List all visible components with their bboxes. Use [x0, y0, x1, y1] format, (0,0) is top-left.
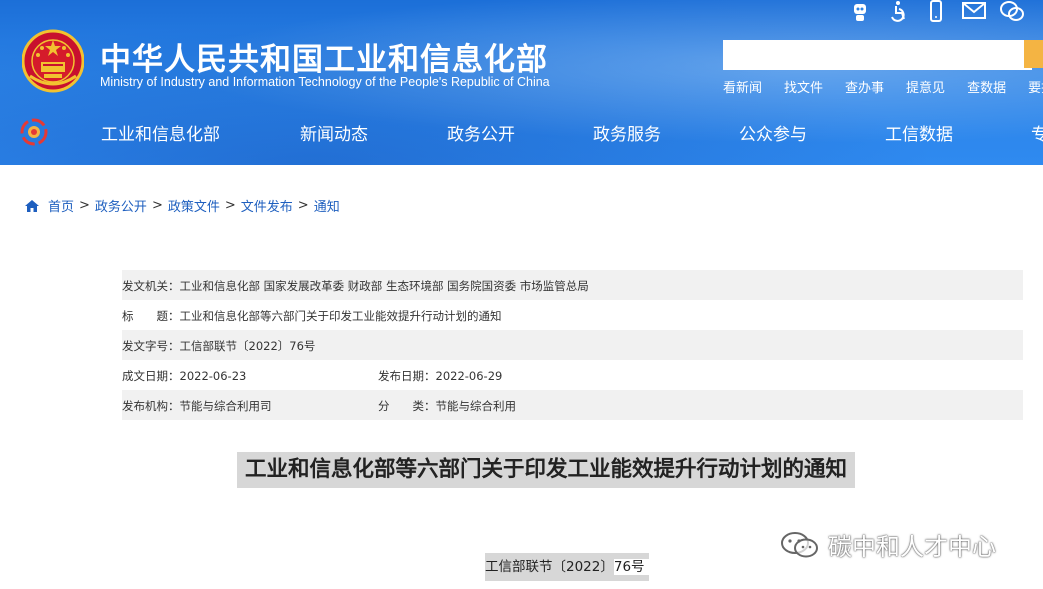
article-title: 工业和信息化部等六部门关于印发工业能效提升行动计划的通知 — [237, 452, 855, 488]
accessibility-icon[interactable] — [886, 0, 910, 26]
quick-link-data[interactable]: 查数据 — [967, 77, 1006, 96]
breadcrumb-notice[interactable]: 通知 — [314, 196, 340, 215]
wechat-icon[interactable] — [1000, 0, 1024, 26]
watermark: 碳中和人才中心 — [780, 527, 996, 562]
national-emblem-icon[interactable] — [22, 28, 84, 94]
meta-label: 发文机关： — [122, 279, 180, 293]
breadcrumb-separator: > — [79, 198, 90, 213]
site-header: 中华人民共和国工业和信息化部 Ministry of Industry and … — [0, 0, 1043, 165]
mail-icon[interactable] — [962, 0, 986, 26]
meta-row-org: 发布机构：节能与综合利用司 分 类：节能与综合利用 — [122, 390, 1023, 420]
breadcrumb-file-release[interactable]: 文件发布 — [241, 196, 293, 215]
main-nav: 工业和信息化部 新闻动态 政务公开 政务服务 公众参与 工信数据 专 — [0, 112, 1043, 152]
meta-label: 发文字号： — [122, 339, 180, 353]
meta-row-docno: 发文字号：工信部联节〔2022〕76号 — [122, 330, 1023, 360]
breadcrumb-separator: > — [152, 198, 163, 213]
meta-value-category: 节能与综合利用 — [436, 399, 517, 413]
quick-link-files[interactable]: 找文件 — [784, 77, 823, 96]
nav-item-news[interactable]: 新闻动态 — [300, 120, 368, 145]
meta-row-issuer: 发文机关：工业和信息化部 国家发展改革委 财政部 生态环境部 国务院国资委 市场… — [122, 270, 1023, 300]
meta-value-issuer: 工业和信息化部 国家发展改革委 财政部 生态环境部 国务院国资委 市场监管总局 — [180, 279, 589, 293]
meta-value-created: 2022-06-23 — [180, 369, 247, 383]
breadcrumb-open-government[interactable]: 政务公开 — [95, 196, 147, 215]
breadcrumb-separator: > — [225, 198, 236, 213]
breadcrumb-separator: > — [298, 198, 309, 213]
nav-item-participation[interactable]: 公众参与 — [739, 120, 807, 145]
meta-row-title: 标 题：工业和信息化部等六部门关于印发工业能效提升行动计划的通知 — [122, 300, 1023, 330]
meta-row-dates: 成文日期：2022-06-23 发布日期：2022-06-29 — [122, 360, 1023, 390]
utility-icons — [848, 0, 1024, 26]
meta-value-org: 节能与综合利用司 — [180, 399, 272, 413]
meta-value-published: 2022-06-29 — [436, 369, 503, 383]
mobile-icon[interactable] — [924, 0, 948, 26]
wechat-icon — [780, 530, 820, 560]
nav-item-data[interactable]: 工信数据 — [885, 120, 953, 145]
quick-link-services[interactable]: 查办事 — [845, 77, 884, 96]
quick-link-news[interactable]: 看新闻 — [723, 77, 762, 96]
meta-value-title: 工业和信息化部等六部门关于印发工业能效提升行动计划的通知 — [180, 309, 502, 323]
meta-label: 发布机构： — [122, 399, 180, 413]
doc-number-part: 工信部联节〔2022〕 — [485, 559, 614, 575]
meta-label: 标 题： — [122, 309, 180, 323]
site-title: 中华人民共和国工业和信息化部 — [100, 34, 548, 79]
robot-icon[interactable] — [848, 0, 872, 26]
breadcrumb: 首页 > 政务公开 > 政策文件 > 文件发布 > 通知 — [24, 196, 340, 215]
breadcrumb-home[interactable]: 首页 — [48, 196, 74, 215]
search-input[interactable] — [723, 40, 1032, 70]
miit-logo-icon[interactable] — [20, 118, 48, 146]
search-button[interactable] — [1024, 40, 1043, 68]
article-doc-number: 工信部联节〔2022〕76号 — [485, 553, 649, 581]
meta-label: 成文日期： — [122, 369, 180, 383]
site-subtitle: Ministry of Industry and Information Tec… — [100, 75, 550, 89]
meta-label: 发布日期： — [378, 369, 436, 383]
document-meta-table: 发文机关：工业和信息化部 国家发展改革委 财政部 生态环境部 国务院国资委 市场… — [122, 270, 1023, 420]
quick-links: 看新闻 找文件 查办事 提意见 查数据 要投 — [723, 77, 1043, 96]
quick-link-complaint[interactable]: 要投 — [1028, 77, 1043, 96]
watermark-text: 碳中和人才中心 — [828, 527, 996, 562]
nav-item-special[interactable]: 专 — [1031, 120, 1043, 145]
meta-value-docno: 工信部联节〔2022〕76号 — [180, 339, 316, 353]
breadcrumb-policy-files[interactable]: 政策文件 — [168, 196, 220, 215]
meta-label: 分 类： — [378, 399, 436, 413]
nav-item-services[interactable]: 政务服务 — [593, 120, 661, 145]
nav-item-open-government[interactable]: 政务公开 — [447, 120, 515, 145]
doc-number-suffix: 76号 — [614, 559, 649, 575]
home-icon — [24, 199, 40, 213]
nav-item-ministry[interactable]: 工业和信息化部 — [101, 120, 220, 145]
quick-link-feedback[interactable]: 提意见 — [906, 77, 945, 96]
